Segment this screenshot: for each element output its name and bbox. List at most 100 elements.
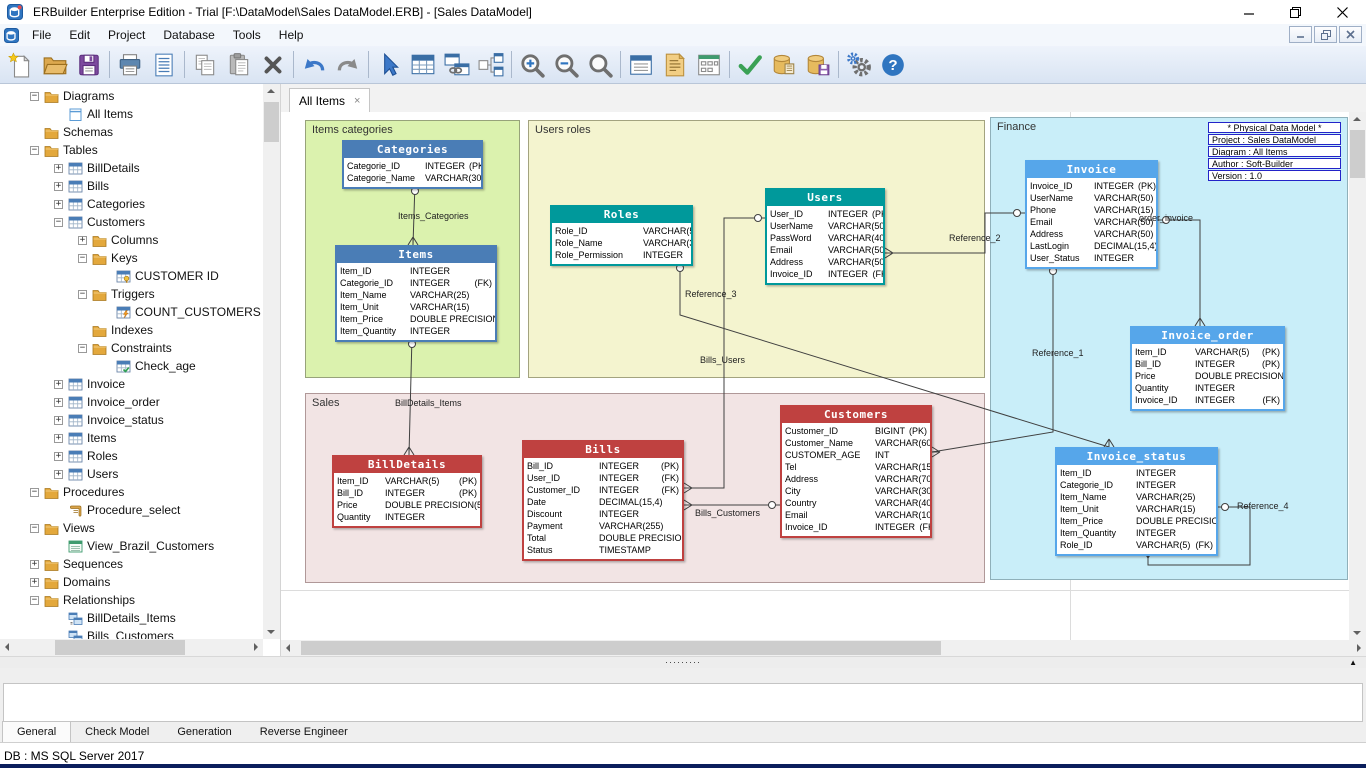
help-button[interactable]: ? — [876, 48, 910, 81]
menu-help[interactable]: Help — [270, 25, 313, 45]
redo-button[interactable] — [331, 48, 365, 81]
generate-script-button[interactable] — [767, 48, 801, 81]
tree-item-relationships[interactable]: −Relationships — [0, 591, 263, 609]
tree-item-tables[interactable]: −Tables — [0, 141, 263, 159]
expand-icon[interactable]: + — [30, 560, 39, 569]
collapse-icon[interactable]: − — [30, 596, 39, 605]
tree-item-diagrams[interactable]: −Diagrams — [0, 87, 263, 105]
diagram-table-customers[interactable]: CustomersCustomer_IDBIGINT(PK)Customer_N… — [780, 405, 932, 538]
menu-database[interactable]: Database — [154, 25, 223, 45]
scroll-down-icon[interactable] — [1353, 631, 1361, 635]
scroll-right-icon[interactable] — [254, 643, 258, 651]
expand-icon[interactable]: + — [54, 434, 63, 443]
check-model-button[interactable] — [733, 48, 767, 81]
collapse-icon[interactable]: − — [54, 218, 63, 227]
tree-item-all-items[interactable]: All Items — [0, 105, 263, 123]
tree-item-billdetails-items[interactable]: BillDetails_Items — [0, 609, 263, 627]
bottom-tab-reverse-engineer[interactable]: Reverse Engineer — [246, 722, 362, 742]
expand-icon[interactable]: + — [54, 164, 63, 173]
tree-item-domains[interactable]: +Domains — [0, 573, 263, 591]
mdi-restore-button[interactable] — [1314, 26, 1337, 43]
table-relationship-button[interactable] — [440, 48, 474, 81]
tree-vertical-scrollbar[interactable] — [263, 84, 280, 639]
canvas-horizontal-scrollbar[interactable] — [281, 640, 1366, 656]
tree-item-customer-id[interactable]: CUSTOMER ID — [0, 267, 263, 285]
tree-item-bills[interactable]: +Bills — [0, 177, 263, 195]
diagram-table-invoice-status[interactable]: Invoice_statusItem_IDINTEGERCategorie_ID… — [1055, 447, 1218, 556]
collapse-icon[interactable]: − — [78, 290, 87, 299]
minimize-button[interactable] — [1225, 0, 1272, 24]
expand-icon[interactable]: + — [54, 470, 63, 479]
scroll-down-icon[interactable] — [267, 630, 275, 634]
copy-button[interactable] — [188, 48, 222, 81]
expand-icon[interactable]: + — [54, 182, 63, 191]
mdi-minimize-button[interactable] — [1289, 26, 1312, 43]
bottom-tab-general[interactable]: General — [2, 721, 71, 742]
tree-item-categories[interactable]: +Categories — [0, 195, 263, 213]
zoom-button[interactable] — [583, 48, 617, 81]
scroll-left-icon[interactable] — [5, 643, 9, 651]
canvas-vertical-scrollbar[interactable] — [1349, 112, 1366, 640]
tree-item-users[interactable]: +Users — [0, 465, 263, 483]
collapse-icon[interactable]: − — [78, 344, 87, 353]
scroll-right-icon[interactable] — [1357, 644, 1361, 652]
zoom-out-button[interactable] — [549, 48, 583, 81]
expand-icon[interactable]: + — [78, 236, 87, 245]
tree-item-customers[interactable]: −Customers — [0, 213, 263, 231]
tree-item-triggers[interactable]: −Triggers — [0, 285, 263, 303]
tree-item-items[interactable]: +Items — [0, 429, 263, 447]
restore-button[interactable] — [1272, 0, 1319, 24]
diagram-table-invoice-order[interactable]: Invoice_orderItem_IDVARCHAR(5)(PK)Bill_I… — [1130, 326, 1285, 411]
tree-item-procedures[interactable]: −Procedures — [0, 483, 263, 501]
diagram-table-users[interactable]: UsersUser_IDINTEGER(PK)UserNameVARCHAR(5… — [765, 188, 885, 285]
select-pointer-button[interactable] — [372, 48, 406, 81]
undo-button[interactable] — [297, 48, 331, 81]
new-file-button[interactable] — [4, 48, 38, 81]
collapse-icon[interactable]: − — [78, 254, 87, 263]
diagram-table-categories[interactable]: CategoriesCategorie_IDINTEGER(PK)Categor… — [342, 140, 483, 189]
print-button[interactable] — [113, 48, 147, 81]
tree-item-invoice-order[interactable]: +Invoice_order — [0, 393, 263, 411]
delete-button[interactable] — [256, 48, 290, 81]
diagram-table-items[interactable]: ItemsItem_IDINTEGERCategorie_IDINTEGER(F… — [335, 245, 497, 342]
splitter-grip-icon[interactable]: ········· — [665, 657, 701, 667]
report-button[interactable] — [658, 48, 692, 81]
save-database-button[interactable] — [801, 48, 835, 81]
paste-button[interactable] — [222, 48, 256, 81]
tree-item-bills-customers[interactable]: Bills_Customers — [0, 627, 263, 639]
tree-item-constraints[interactable]: −Constraints — [0, 339, 263, 357]
scroll-up-icon[interactable] — [267, 89, 275, 93]
tab-all-items[interactable]: All Items × — [289, 88, 370, 112]
tree-item-count-customers[interactable]: COUNT_CUSTOMERS — [0, 303, 263, 321]
scroll-left-icon[interactable] — [286, 644, 290, 652]
expand-icon[interactable]: + — [30, 578, 39, 587]
expand-icon[interactable]: + — [54, 416, 63, 425]
menu-project[interactable]: Project — [99, 25, 154, 45]
tree-item-columns[interactable]: +Columns — [0, 231, 263, 249]
expand-icon[interactable]: + — [54, 452, 63, 461]
collapse-icon[interactable]: − — [30, 524, 39, 533]
tree-item-check-age[interactable]: Check_age — [0, 357, 263, 375]
tree-item-billdetails[interactable]: +BillDetails — [0, 159, 263, 177]
collapse-panel-icon[interactable]: ▲ — [1349, 658, 1357, 667]
close-button[interactable] — [1319, 0, 1366, 24]
open-button[interactable] — [38, 48, 72, 81]
tab-close-icon[interactable]: × — [354, 95, 360, 107]
diagram-table-billdetails[interactable]: BillDetailsItem_IDVARCHAR(5)(PK)Bill_IDI… — [332, 455, 482, 528]
tree-item-invoice-status[interactable]: +Invoice_status — [0, 411, 263, 429]
zoom-in-button[interactable] — [515, 48, 549, 81]
tree-item-schemas[interactable]: Schemas — [0, 123, 263, 141]
settings-button[interactable] — [842, 48, 876, 81]
tree-item-view-brazil-customers[interactable]: View_Brazil_Customers — [0, 537, 263, 555]
expand-icon[interactable]: + — [54, 200, 63, 209]
bottom-tab-check-model[interactable]: Check Model — [71, 722, 163, 742]
horizontal-splitter[interactable]: ········· ▲ — [0, 656, 1366, 668]
diagram-canvas[interactable]: Items categoriesUsers rolesSalesFinanceC… — [281, 112, 1349, 640]
model-note[interactable]: * Physical Data Model *Project : Sales D… — [1208, 122, 1341, 182]
tree-horizontal-scrollbar[interactable] — [0, 639, 263, 656]
table-button[interactable] — [406, 48, 440, 81]
tree-item-views[interactable]: −Views — [0, 519, 263, 537]
save-button[interactable] — [72, 48, 106, 81]
mdi-close-button[interactable] — [1339, 26, 1362, 43]
tree-item-indexes[interactable]: Indexes — [0, 321, 263, 339]
